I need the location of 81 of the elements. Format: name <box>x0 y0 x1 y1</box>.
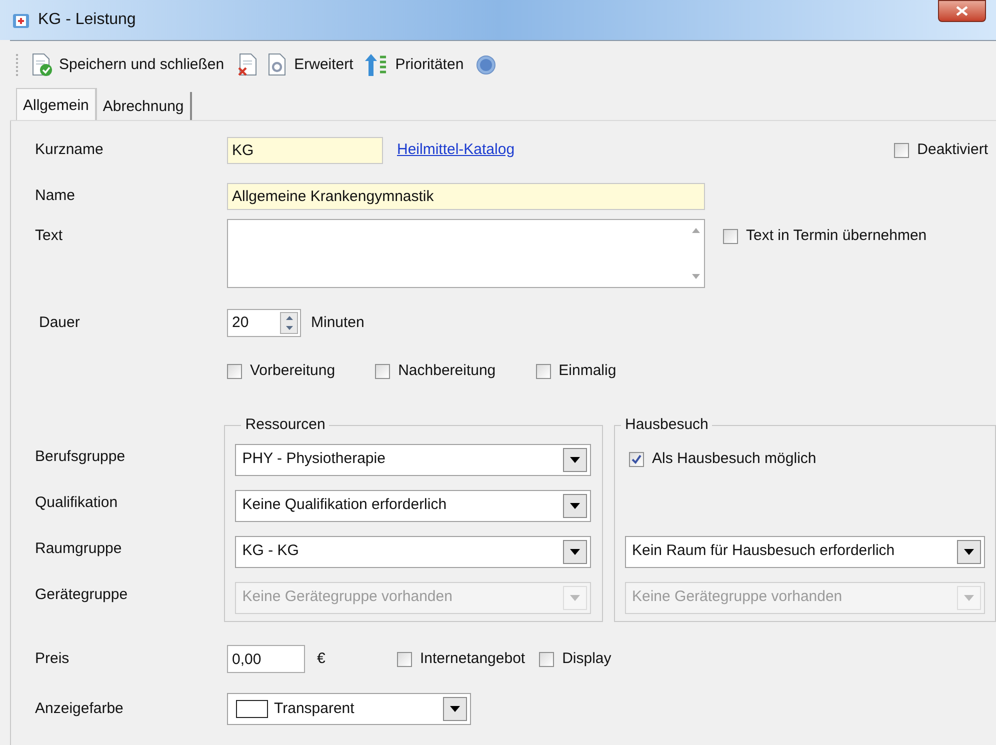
dropdown-value: KG - KG <box>241 541 300 562</box>
unit-label: Minuten <box>311 312 364 333</box>
dropdown-value: Keine Gerätegruppe vorhanden <box>241 587 454 608</box>
caret-icon <box>570 456 580 462</box>
spin-up-icon <box>286 316 292 320</box>
scroll-up-icon <box>692 228 700 233</box>
name-field[interactable]: Allgemeine Krankengymnastik <box>227 182 705 210</box>
checkbox-label: Als Hausbesuch möglich <box>652 449 816 470</box>
checkbox[interactable] <box>894 142 910 158</box>
dropdown[interactable]: KG - KG <box>235 536 592 568</box>
dropdown[interactable]: Kein Raum für Hausbesuch erforderlich <box>625 536 985 568</box>
dropdown[interactable]: Transparent <box>227 693 471 725</box>
dropdown-value: Kein Raum für Hausbesuch erforderlich <box>631 541 896 562</box>
dropdown[interactable]: Keine Qualifikation erforderlich <box>235 490 592 522</box>
price-field[interactable]: 0,00 <box>227 645 305 673</box>
close-button[interactable] <box>938 0 986 22</box>
color-swatch <box>236 700 268 718</box>
document-delete-icon <box>236 53 258 77</box>
toolbar-button[interactable]: Erweitert <box>266 53 354 77</box>
checkbox-label: Vorbereitung <box>250 360 336 381</box>
caret-icon <box>570 594 580 600</box>
checkbox-label: Nachbereitung <box>398 360 496 381</box>
delete-button[interactable] <box>236 53 258 77</box>
checkbox[interactable] <box>629 452 644 467</box>
dropdown-value: PHY - Physiotherapie <box>241 449 386 470</box>
field-label: Text <box>35 226 64 246</box>
close-icon <box>956 6 968 16</box>
checkbox[interactable] <box>397 652 412 666</box>
checkbox-label: Text in Termin übernehmen <box>746 226 927 246</box>
scroll-down-icon <box>692 274 700 279</box>
field-label: Berufsgruppe <box>35 446 126 467</box>
field-label: Anzeigefarbe <box>35 698 124 719</box>
checkbox-label: Internetangebot <box>420 648 526 669</box>
tab[interactable]: Allgemein <box>16 88 97 120</box>
caret-icon <box>450 706 460 712</box>
duration-spinner[interactable]: 20 <box>227 309 301 337</box>
spin-down-icon <box>286 326 292 330</box>
toolbar-grip-icon <box>16 54 19 76</box>
field-label: Name <box>35 186 76 206</box>
checkbox-label: Einmalig <box>558 360 616 381</box>
caret-icon <box>964 548 974 554</box>
checkbox[interactable] <box>723 228 738 244</box>
caret-icon <box>964 594 974 600</box>
checkmark-icon <box>631 454 642 465</box>
dropdown-value: Keine Gerätegruppe vorhanden <box>631 587 844 608</box>
document-gear-icon <box>266 53 288 77</box>
short-name-field[interactable]: KG <box>227 136 383 164</box>
currency-label: € <box>317 648 326 669</box>
catalog-link[interactable]: Heilmittel-Katalog <box>397 138 515 162</box>
group-title: Hausbesuch <box>624 415 710 435</box>
field-label: Kurzname <box>35 140 104 160</box>
document-check-icon <box>31 53 53 77</box>
field-label: Gerätegruppe <box>35 584 129 605</box>
spin-buttons[interactable] <box>280 312 298 334</box>
checkbox-label: Deaktiviert <box>917 140 988 160</box>
first-aid-kit-icon <box>12 11 30 29</box>
group-title: Ressourcen <box>244 415 326 435</box>
dropdown[interactable]: PHY - Physiotherapie <box>235 444 592 476</box>
dropdown-arrow-button[interactable] <box>443 697 467 721</box>
toolbar-button[interactable]: Speichern und schließen <box>31 53 224 77</box>
spinner-value: 20 <box>231 312 250 333</box>
field-label: Raumgruppe <box>35 538 123 559</box>
caret-icon <box>570 548 580 554</box>
dropdown-arrow-button[interactable] <box>563 448 588 472</box>
checkbox[interactable] <box>227 364 242 378</box>
checkbox-label: Display <box>562 648 612 669</box>
dropdown-value: Keine Qualifikation erforderlich <box>241 495 448 516</box>
checkbox[interactable] <box>536 364 551 378</box>
field-label: Preis <box>35 648 70 669</box>
checkbox[interactable] <box>539 652 554 666</box>
window-title: KG - Leistung <box>38 10 136 30</box>
text-area[interactable] <box>227 219 705 288</box>
checkbox[interactable] <box>375 364 390 378</box>
dropdown-arrow-button[interactable] <box>957 540 981 564</box>
dropdown-value: Transparent <box>273 698 356 719</box>
caret-icon <box>570 502 580 508</box>
field-label: Dauer <box>38 312 81 333</box>
field-label: Qualifikation <box>35 492 119 513</box>
toolbar-button[interactable]: Prioritäten <box>365 53 464 77</box>
dropdown-arrow-button[interactable] <box>563 494 588 518</box>
dropdown-arrow-button[interactable] <box>563 540 588 564</box>
